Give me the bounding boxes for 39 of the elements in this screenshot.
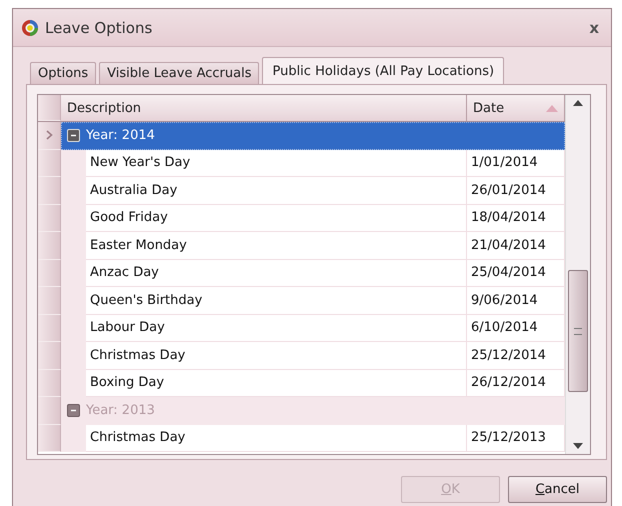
group-label: Year: 2013 [86, 403, 155, 418]
column-header[interactable]: Description [61, 95, 467, 121]
row-indicator[interactable] [38, 370, 61, 397]
row-indicator[interactable] [38, 122, 61, 150]
table-cell: Labour Day [86, 314, 467, 342]
tab[interactable]: Options [30, 62, 96, 84]
tab[interactable]: Public Holidays (All Pay Locations) [262, 57, 504, 84]
row-indicator[interactable] [38, 314, 61, 342]
row-indicator[interactable] [38, 150, 61, 177]
table-cell: Christmas Day [86, 342, 467, 370]
row-indicator[interactable] [38, 397, 61, 424]
table-cell: New Year's Day [86, 150, 467, 177]
table-cell: Anzac Day [86, 260, 467, 287]
window-title: Leave Options [45, 18, 154, 36]
row-indicator[interactable] [38, 424, 61, 452]
row-indicator[interactable] [38, 287, 61, 314]
table-cell: Queen's Birthday [86, 287, 467, 314]
table-cell: Australia Day [86, 177, 467, 204]
table-cell: Easter Monday [86, 232, 467, 260]
group-row[interactable]: Year: 2014 [61, 122, 565, 150]
row-indicator[interactable] [38, 342, 61, 370]
scrollbar[interactable] [565, 95, 590, 454]
tab[interactable]: Visible Leave Accruals [99, 62, 260, 84]
table-cell: Good Friday [86, 204, 467, 232]
table-cell: Christmas Day [86, 424, 467, 452]
scroll-up-icon[interactable] [572, 99, 584, 107]
group-indent [61, 150, 86, 177]
row-indicator[interactable] [38, 204, 61, 232]
row-indicator-header [38, 95, 61, 121]
row-indicator[interactable] [38, 177, 61, 204]
app-icon [21, 18, 39, 36]
scroll-down-icon[interactable] [572, 442, 584, 450]
row-indicator[interactable] [38, 232, 61, 260]
scroll-thumb[interactable] [568, 270, 588, 392]
collapse-icon[interactable] [67, 404, 80, 418]
close-button[interactable]: x [585, 18, 603, 36]
group-label: Year: 2014 [86, 128, 155, 144]
dialog-button[interactable]: Cancel [508, 476, 607, 503]
row-indicator[interactable] [38, 260, 61, 287]
